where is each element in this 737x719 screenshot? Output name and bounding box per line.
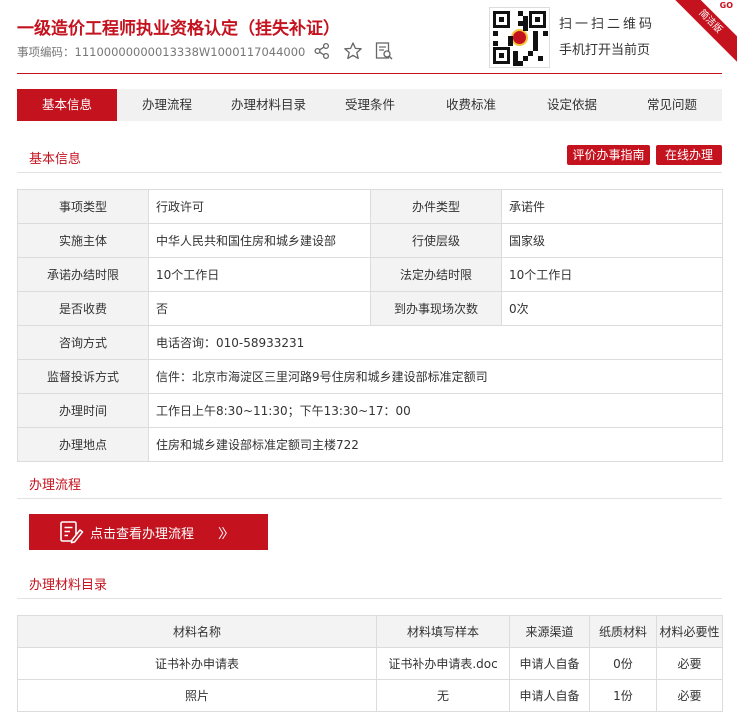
tab-process[interactable]: 办理流程 [117, 89, 217, 121]
header-divider [17, 73, 722, 74]
material-necessity: 必要 [656, 679, 723, 712]
column-header: 材料名称 [17, 615, 377, 648]
info-label: 事项类型 [17, 189, 149, 224]
item-code: 事项编码：11100000000013338W1000117044000 [17, 44, 305, 60]
info-value: 承诺件 [501, 189, 723, 224]
material-necessity: 必要 [656, 647, 723, 680]
info-value: 国家级 [501, 223, 723, 258]
materials-table: 材料名称 材料填写样本 来源渠道 纸质材料 材料必要性 证书补办申请表 证书补办… [17, 615, 723, 712]
material-sample: 无 [376, 679, 510, 712]
qr-code [489, 7, 550, 68]
qr-module [523, 26, 528, 31]
table-row: 咨询方式 电话咨询：010-58933231 [17, 325, 723, 360]
qr-finder [493, 47, 510, 64]
info-label: 承诺办结时限 [17, 257, 149, 292]
section-title-process: 办理流程 [29, 478, 82, 493]
info-label: 办件类型 [370, 189, 502, 224]
section-divider [17, 598, 722, 599]
info-value: 信件：北京市海淀区三里河路9号住房和城乡建设部标准定额司 [148, 359, 723, 394]
material-source: 申请人自备 [509, 647, 590, 680]
table-row: 证书补办申请表 证书补办申请表.doc 申请人自备 0份 必要 [17, 647, 723, 680]
tab-fees[interactable]: 收费标准 [420, 89, 522, 121]
info-value: 工作日上午8:30~11:30；下午13:30~17：00 [148, 393, 723, 428]
page-title: 一级造价工程师执业资格认定（挂失补证） [17, 19, 340, 39]
info-label: 监督投诉方式 [17, 359, 149, 394]
simple-version-corner[interactable]: 简洁版 GO [669, 0, 737, 68]
table-row: 承诺办结时限 10个工作日 法定办结时限 10个工作日 [17, 257, 723, 292]
double-chevron-right-icon: 〉〉 [218, 526, 234, 542]
info-value: 0次 [501, 291, 723, 326]
form-edit-icon [60, 521, 84, 544]
column-header: 来源渠道 [509, 615, 590, 648]
evaluate-guide-button[interactable]: 评价办事指南 [567, 145, 650, 165]
section-title-basic-info: 基本信息 [29, 152, 82, 167]
info-value: 中华人民共和国住房和城乡建设部 [148, 223, 371, 258]
table-row: 监督投诉方式 信件：北京市海淀区三里河路9号住房和城乡建设部标准定额司 [17, 359, 723, 394]
info-label: 咨询方式 [17, 325, 149, 360]
tab-basis[interactable]: 设定依据 [522, 89, 622, 121]
qr-module [538, 56, 543, 61]
info-value: 否 [148, 291, 371, 326]
view-process-button[interactable]: 点击查看办理流程 〉〉 [29, 514, 268, 550]
online-apply-button[interactable]: 在线办理 [656, 145, 722, 165]
table-row: 照片 无 申请人自备 1份 必要 [17, 679, 723, 712]
share-icon[interactable] [311, 40, 333, 62]
info-value: 行政许可 [148, 189, 371, 224]
table-row: 实施主体 中华人民共和国住房和城乡建设部 行使层级 国家级 [17, 223, 723, 258]
qr-module [533, 46, 538, 51]
tab-conditions[interactable]: 受理条件 [320, 89, 420, 121]
item-code-value: 11100000000013338W1000117044000 [74, 45, 306, 59]
item-code-label: 事项编码： [17, 45, 75, 59]
qr-module [543, 31, 548, 36]
info-label: 到办事现场次数 [370, 291, 502, 326]
qr-finder [493, 11, 510, 28]
qr-module [523, 56, 528, 61]
section-divider [17, 172, 722, 173]
info-label: 实施主体 [17, 223, 149, 258]
basic-info-table: 事项类型 行政许可 办件类型 承诺件 实施主体 中华人民共和国住房和城乡建设部 … [17, 189, 723, 462]
table-row: 办理地点 住房和城乡建设部标准定额司主楼722 [17, 427, 723, 462]
column-header: 材料填写样本 [376, 615, 510, 648]
table-header-row: 材料名称 材料填写样本 来源渠道 纸质材料 材料必要性 [17, 615, 723, 648]
info-value: 10个工作日 [148, 257, 371, 292]
material-name: 照片 [17, 679, 377, 712]
search-doc-icon[interactable] [373, 40, 395, 62]
qr-finder [529, 11, 546, 28]
section-divider [17, 498, 722, 499]
tab-materials[interactable]: 办理材料目录 [217, 89, 320, 121]
material-source: 申请人自备 [509, 679, 590, 712]
column-header: 材料必要性 [656, 615, 723, 648]
material-paper-count: 0份 [589, 647, 657, 680]
info-label: 法定办结时限 [370, 257, 502, 292]
table-row: 是否收费 否 到办事现场次数 0次 [17, 291, 723, 326]
material-paper-count: 1份 [589, 679, 657, 712]
scan-title: 扫一扫二维码 [559, 17, 656, 32]
material-name: 证书补办申请表 [17, 647, 377, 680]
info-label: 办理地点 [17, 427, 149, 462]
section-title-materials: 办理材料目录 [29, 578, 108, 593]
material-sample-link[interactable]: 证书补办申请表.doc [376, 647, 510, 680]
qr-module [528, 51, 533, 56]
info-value: 10个工作日 [501, 257, 723, 292]
tab-basic-info[interactable]: 基本信息 [17, 89, 117, 121]
qr-logo-emblem [511, 29, 528, 46]
qr-module [508, 41, 513, 46]
info-value: 住房和城乡建设部标准定额司主楼722 [148, 427, 723, 462]
tab-bar: 基本信息 办理流程 办理材料目录 受理条件 收费标准 设定依据 常见问题 [17, 89, 722, 121]
info-label: 办理时间 [17, 393, 149, 428]
star-icon[interactable] [342, 40, 364, 62]
info-label: 行使层级 [370, 223, 502, 258]
table-row: 办理时间 工作日上午8:30~11:30；下午13:30~17：00 [17, 393, 723, 428]
scan-subtitle: 手机打开当前页 [559, 43, 651, 58]
table-row: 事项类型 行政许可 办件类型 承诺件 [17, 189, 723, 224]
corner-go-label: GO [719, 1, 733, 10]
info-label: 是否收费 [17, 291, 149, 326]
qr-module [493, 41, 498, 46]
view-process-label: 点击查看办理流程 [90, 526, 195, 542]
qr-module [518, 61, 523, 66]
tab-faq[interactable]: 常见问题 [622, 89, 722, 121]
qr-module [493, 31, 498, 36]
info-value: 电话咨询：010-58933231 [148, 325, 723, 360]
column-header: 纸质材料 [589, 615, 657, 648]
